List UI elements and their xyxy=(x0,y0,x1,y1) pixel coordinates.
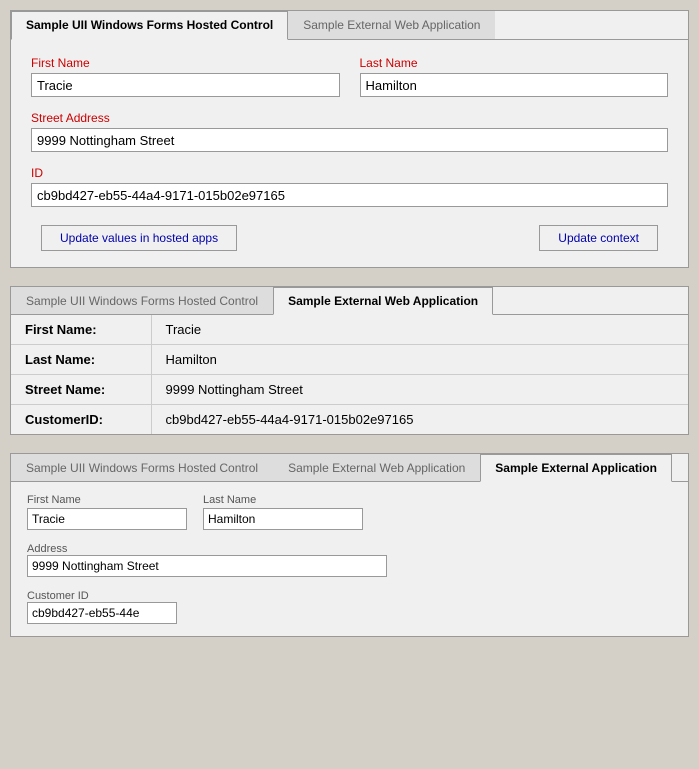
panel1-address-group: Street Address xyxy=(31,111,668,152)
panel3-address-label: Address xyxy=(27,543,67,555)
panel1-id-group: ID xyxy=(31,166,668,207)
panel3: Sample UII Windows Forms Hosted Control … xyxy=(10,453,689,637)
update-values-button[interactable]: Update values in hosted apps xyxy=(41,225,237,251)
panel1-lastname-group: Last Name xyxy=(360,56,669,97)
customerid-value: cb9bd427-eb55-44a4-9171-015b02e97165 xyxy=(151,405,688,435)
panel1-lastname-label: Last Name xyxy=(360,56,669,70)
info-table: First Name: Tracie Last Name: Hamilton S… xyxy=(11,315,688,434)
firstname-value: Tracie xyxy=(151,315,688,345)
panel1-name-row: First Name Last Name xyxy=(31,56,668,97)
panel2-tab-bar: Sample UII Windows Forms Hosted Control … xyxy=(11,287,688,315)
panel1-tab-external-web[interactable]: Sample External Web Application xyxy=(288,11,495,39)
panel1-content: First Name Last Name Street Address ID U… xyxy=(11,40,688,267)
panel3-customerid-label: Customer ID xyxy=(27,590,89,602)
panel1-button-row: Update values in hosted apps Update cont… xyxy=(31,225,668,251)
firstname-label: First Name: xyxy=(11,315,151,345)
panel1-firstname-group: First Name xyxy=(31,56,340,97)
panel2-content: First Name: Tracie Last Name: Hamilton S… xyxy=(11,315,688,434)
table-row: First Name: Tracie xyxy=(11,315,688,345)
panel3-tab-bar: Sample UII Windows Forms Hosted Control … xyxy=(11,454,688,482)
panel1-firstname-input[interactable] xyxy=(31,73,340,97)
panel3-content: First Name Last Name Address Customer ID xyxy=(11,482,688,636)
panel3-address-row: Address xyxy=(27,540,672,577)
panel1-id-row: ID xyxy=(31,166,668,207)
panel3-lastname-label: Last Name xyxy=(203,494,363,506)
table-row: Last Name: Hamilton xyxy=(11,345,688,375)
panel3-address-input[interactable] xyxy=(27,555,387,577)
lastname-label: Last Name: xyxy=(11,345,151,375)
panel1-tab-bar: Sample UII Windows Forms Hosted Control … xyxy=(11,11,688,40)
panel2-tab-external-web[interactable]: Sample External Web Application xyxy=(273,287,493,315)
panel3-lastname-input[interactable] xyxy=(203,508,363,530)
table-row: CustomerID: cb9bd427-eb55-44a4-9171-015b… xyxy=(11,405,688,435)
panel1-address-label: Street Address xyxy=(31,111,668,125)
panel2-tab-uii[interactable]: Sample UII Windows Forms Hosted Control xyxy=(11,287,273,314)
panel1-tab-uii[interactable]: Sample UII Windows Forms Hosted Control xyxy=(11,11,288,40)
panel3-firstname-input[interactable] xyxy=(27,508,187,530)
panel3-tab-external-app[interactable]: Sample External Application xyxy=(480,454,672,482)
panel3-lastname-group: Last Name xyxy=(203,494,363,530)
panel3-tab-uii[interactable]: Sample UII Windows Forms Hosted Control xyxy=(11,454,273,481)
streetname-label: Street Name: xyxy=(11,375,151,405)
lastname-value: Hamilton xyxy=(151,345,688,375)
panel3-firstname-label: First Name xyxy=(27,494,187,506)
panel1-address-input[interactable] xyxy=(31,128,668,152)
customerid-label: CustomerID: xyxy=(11,405,151,435)
panel1-lastname-input[interactable] xyxy=(360,73,669,97)
panel3-tab-external-web[interactable]: Sample External Web Application xyxy=(273,454,480,481)
panel2: Sample UII Windows Forms Hosted Control … xyxy=(10,286,689,435)
panel3-firstname-group: First Name xyxy=(27,494,187,530)
update-context-button[interactable]: Update context xyxy=(539,225,658,251)
panel1-firstname-label: First Name xyxy=(31,56,340,70)
panel3-customerid-row: Customer ID xyxy=(27,587,672,624)
panel3-customerid-input[interactable] xyxy=(27,602,177,624)
panel3-name-row: First Name Last Name xyxy=(27,494,672,530)
panel1-id-label: ID xyxy=(31,166,668,180)
panel1-id-input[interactable] xyxy=(31,183,668,207)
panel1-address-row: Street Address xyxy=(31,111,668,152)
streetname-value: 9999 Nottingham Street xyxy=(151,375,688,405)
table-row: Street Name: 9999 Nottingham Street xyxy=(11,375,688,405)
panel1: Sample UII Windows Forms Hosted Control … xyxy=(10,10,689,268)
